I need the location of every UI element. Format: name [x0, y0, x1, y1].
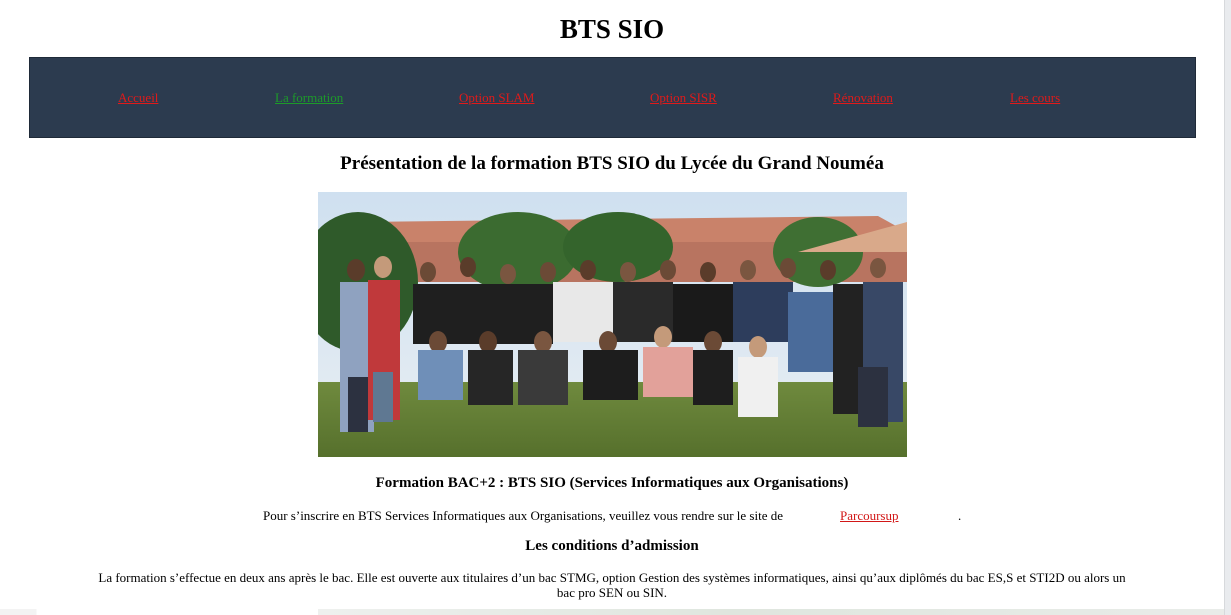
page: BTS SIO Accueil La formation Option SLAM…	[0, 0, 1231, 615]
inscription-end: .	[958, 508, 962, 523]
nav-link-accueil[interactable]: Accueil	[118, 90, 158, 106]
site-title: BTS SIO	[559, 14, 665, 44]
section-title: Présentation de la formation BTS SIO du …	[340, 153, 884, 174]
conditions-title: Les conditions d’admission	[525, 538, 699, 554]
class-group-photo	[318, 192, 907, 457]
formation-subtitle: Formation BAC+2 : BTS SIO (Services Info…	[375, 475, 849, 491]
class-group-photo-illustration	[318, 192, 907, 457]
main-navbar: Accueil La formation Option SLAM Option …	[29, 57, 1196, 138]
bottom-strip	[0, 609, 1224, 615]
conditions-text: La formation s’effectue en deux ans aprè…	[98, 570, 1126, 600]
inscription-text: Pour s’inscrire en BTS Services Informat…	[263, 508, 783, 523]
nav-link-option-slam[interactable]: Option SLAM	[459, 90, 534, 106]
nav-link-renovation[interactable]: Rénovation	[833, 90, 893, 106]
scrollbar[interactable]	[1224, 0, 1231, 615]
nav-link-la-formation[interactable]: La formation	[275, 90, 343, 106]
parcoursup-link[interactable]: Parcoursup	[840, 508, 899, 524]
nav-link-les-cours[interactable]: Les cours	[1010, 90, 1060, 106]
nav-link-option-sisr[interactable]: Option SISR	[650, 90, 717, 106]
